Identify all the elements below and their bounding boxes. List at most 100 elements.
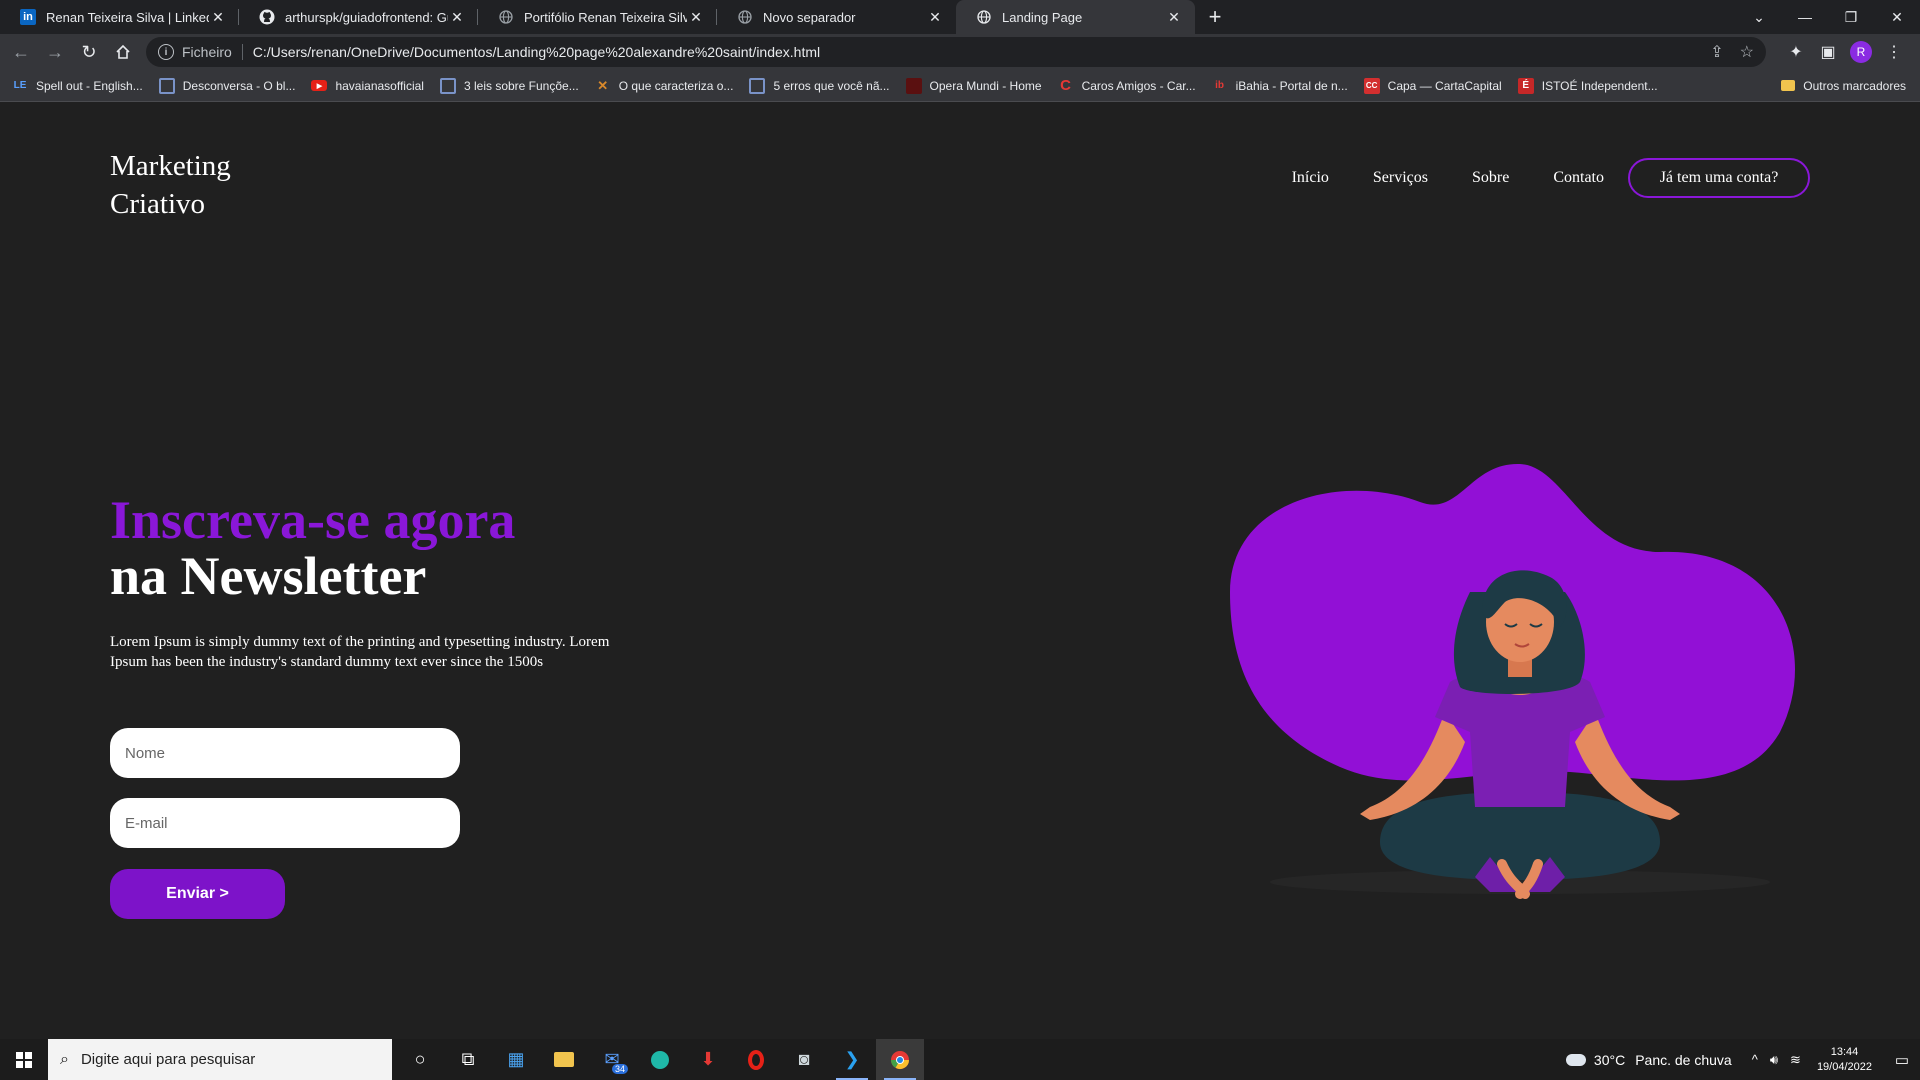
tab-github[interactable]: arthurspk/guiadofrontend: Guia d ✕	[239, 0, 478, 34]
spellout-icon: LE	[13, 80, 27, 91]
opera-icon[interactable]	[732, 1039, 780, 1080]
page-viewport: Marketing Criativo Início Serviços Sobre…	[0, 102, 1920, 1039]
close-icon[interactable]: ✕	[448, 9, 466, 26]
close-icon[interactable]: ✕	[687, 9, 705, 26]
extensions-icon[interactable]: ✦	[1780, 36, 1812, 68]
name-input[interactable]	[110, 728, 460, 778]
chrome-icon[interactable]	[876, 1039, 924, 1080]
restore-icon[interactable]: ❐	[1828, 0, 1874, 34]
camera-icon[interactable]: ◙	[780, 1039, 828, 1080]
bookmark-item[interactable]: É ISTOÉ Independent...	[1517, 77, 1658, 94]
store-icon[interactable]: ▦	[492, 1039, 540, 1080]
minimize-icon[interactable]: —	[1782, 0, 1828, 34]
cross-icon: ✕	[597, 77, 609, 93]
bookmark-label: iBahia - Portal de n...	[1235, 78, 1348, 93]
tab-title: Portifólio Renan Teixeira Silva	[524, 9, 687, 25]
bookmark-label: Opera Mundi - Home	[929, 78, 1042, 93]
tab-portfolio[interactable]: Portifólio Renan Teixeira Silva ✕	[478, 0, 717, 34]
bookmark-label: Spell out - English...	[36, 78, 143, 93]
tab-title: Novo separador	[763, 9, 856, 25]
bookmark-item[interactable]: CC Capa — CartaCapital	[1363, 77, 1502, 94]
reload-icon[interactable]: ↻	[72, 35, 106, 69]
edge-icon[interactable]	[636, 1039, 684, 1080]
bookmark-item[interactable]: 3 leis sobre Funçõe...	[439, 77, 579, 94]
search-icon: ⌕	[60, 1050, 69, 1068]
brand-line-1: Marketing	[110, 150, 231, 182]
tab-linkedin[interactable]: in Renan Teixeira Silva | LinkedIn ✕	[0, 0, 239, 34]
nav-sobre[interactable]: Sobre	[1472, 169, 1509, 187]
tab-search-icon[interactable]: ⌄	[1736, 0, 1782, 34]
bookmark-item[interactable]: ▶ havaianasofficial	[311, 79, 424, 93]
tab-landing-page[interactable]: Landing Page ✕	[956, 0, 1195, 34]
menu-icon[interactable]: ⋮	[1878, 36, 1910, 68]
chevron-up-icon[interactable]: ^	[1752, 1052, 1758, 1067]
brand-logo[interactable]: Marketing Criativo	[110, 148, 231, 223]
bookmark-item[interactable]: Desconversa - O bl...	[158, 77, 296, 94]
clock[interactable]: 13:44 19/04/2022	[1817, 1045, 1872, 1075]
email-input[interactable]	[110, 798, 460, 848]
url-text[interactable]: C:/Users/renan/OneDrive/Documentos/Landi…	[253, 44, 1694, 60]
main-nav: Início Serviços Sobre Contato Já tem uma…	[1248, 158, 1810, 198]
bookmark-item[interactable]: ib iBahia - Portal de n...	[1212, 78, 1348, 94]
github-icon	[259, 9, 275, 25]
bookmark-item[interactable]: 5 erros que você nã...	[749, 77, 890, 94]
clock-date: 19/04/2022	[1816, 1060, 1872, 1073]
vscode-icon[interactable]: ❯	[828, 1039, 876, 1080]
address-bar[interactable]: i Ficheiro C:/Users/renan/OneDrive/Docum…	[146, 37, 1766, 67]
hero-description: Lorem Ipsum is simply dummy text of the …	[110, 634, 610, 671]
cloud-icon	[1565, 1053, 1586, 1066]
bookmark-star-icon[interactable]: ☆	[1740, 42, 1754, 62]
cortana-icon[interactable]: ○	[396, 1039, 444, 1080]
new-tab-button[interactable]: +	[1195, 0, 1235, 34]
notification-icon[interactable]: ▭	[1884, 1039, 1920, 1080]
tab-title: Landing Page	[1002, 9, 1083, 25]
headline-main: na Newsletter	[110, 546, 427, 607]
ibahia-icon: ib	[1215, 80, 1225, 91]
close-window-icon[interactable]: ✕	[1874, 0, 1920, 34]
nav-servicos[interactable]: Serviços	[1373, 169, 1428, 187]
weather-widget[interactable]: 30°C Panc. de chuva	[1565, 1051, 1732, 1068]
divider	[241, 44, 243, 60]
linkedin-icon: in	[20, 9, 36, 25]
taskbar-apps: ○ ⧉ ▦ ✉ 34 ⬇ ◙ ❯	[396, 1039, 924, 1080]
bookmark-item[interactable]: Opera Mundi - Home	[905, 77, 1042, 94]
bookmark-label: havaianasofficial	[335, 78, 424, 93]
bookmark-item[interactable]: ✕ O que caracteriza o...	[595, 77, 733, 94]
volume-icon[interactable]: 🔊︎	[1770, 1052, 1778, 1068]
other-bookmarks[interactable]: Outros marcadores	[1781, 79, 1906, 93]
submit-button[interactable]: Enviar >	[110, 869, 285, 919]
windows-start-icon[interactable]	[0, 1039, 48, 1080]
close-icon[interactable]: ✕	[209, 9, 227, 26]
nav-contato[interactable]: Contato	[1553, 169, 1604, 187]
nav-inicio[interactable]: Início	[1292, 169, 1329, 187]
grid-icon	[439, 77, 456, 94]
temperature: 30°C	[1593, 1051, 1626, 1068]
istoe-icon: É	[1517, 77, 1534, 94]
side-panel-icon[interactable]: ▣	[1812, 36, 1844, 68]
bookmark-label: Desconversa - O bl...	[182, 78, 296, 93]
search-placeholder: Digite aqui para pesquisar	[80, 1051, 256, 1068]
browser-toolbar: ← → ↻ i Ficheiro C:/Users/renan/OneDrive…	[0, 34, 1920, 70]
tab-title: Renan Teixeira Silva | LinkedIn	[46, 9, 209, 25]
taskbar-search[interactable]: ⌕ Digite aqui para pesquisar	[48, 1039, 392, 1080]
download-icon[interactable]: ⬇	[684, 1039, 732, 1080]
home-icon[interactable]	[106, 35, 140, 69]
file-explorer-icon[interactable]	[540, 1039, 588, 1080]
close-icon[interactable]: ✕	[926, 9, 944, 26]
folder-icon	[1781, 80, 1796, 91]
task-view-icon[interactable]: ⧉	[444, 1039, 492, 1080]
opera-mundi-icon	[905, 77, 922, 94]
tab-new-tab[interactable]: Novo separador ✕	[717, 0, 956, 34]
forward-icon[interactable]: →	[38, 35, 72, 69]
back-icon[interactable]: ←	[4, 35, 38, 69]
close-icon[interactable]: ✕	[1165, 9, 1183, 26]
bookmark-item[interactable]: LE Spell out - English...	[12, 78, 143, 94]
profile-avatar[interactable]: R	[1850, 41, 1872, 63]
login-button[interactable]: Já tem uma conta?	[1628, 158, 1810, 198]
wifi-icon[interactable]: ≋	[1790, 1052, 1801, 1068]
bookmark-item[interactable]: C Caros Amigos - Car...	[1058, 77, 1195, 94]
site-info-icon[interactable]: i	[158, 44, 174, 60]
share-icon[interactable]: ⇪	[1710, 42, 1723, 62]
mail-icon[interactable]: ✉ 34	[588, 1039, 636, 1080]
brand-line-2: Criativo	[110, 187, 206, 220]
